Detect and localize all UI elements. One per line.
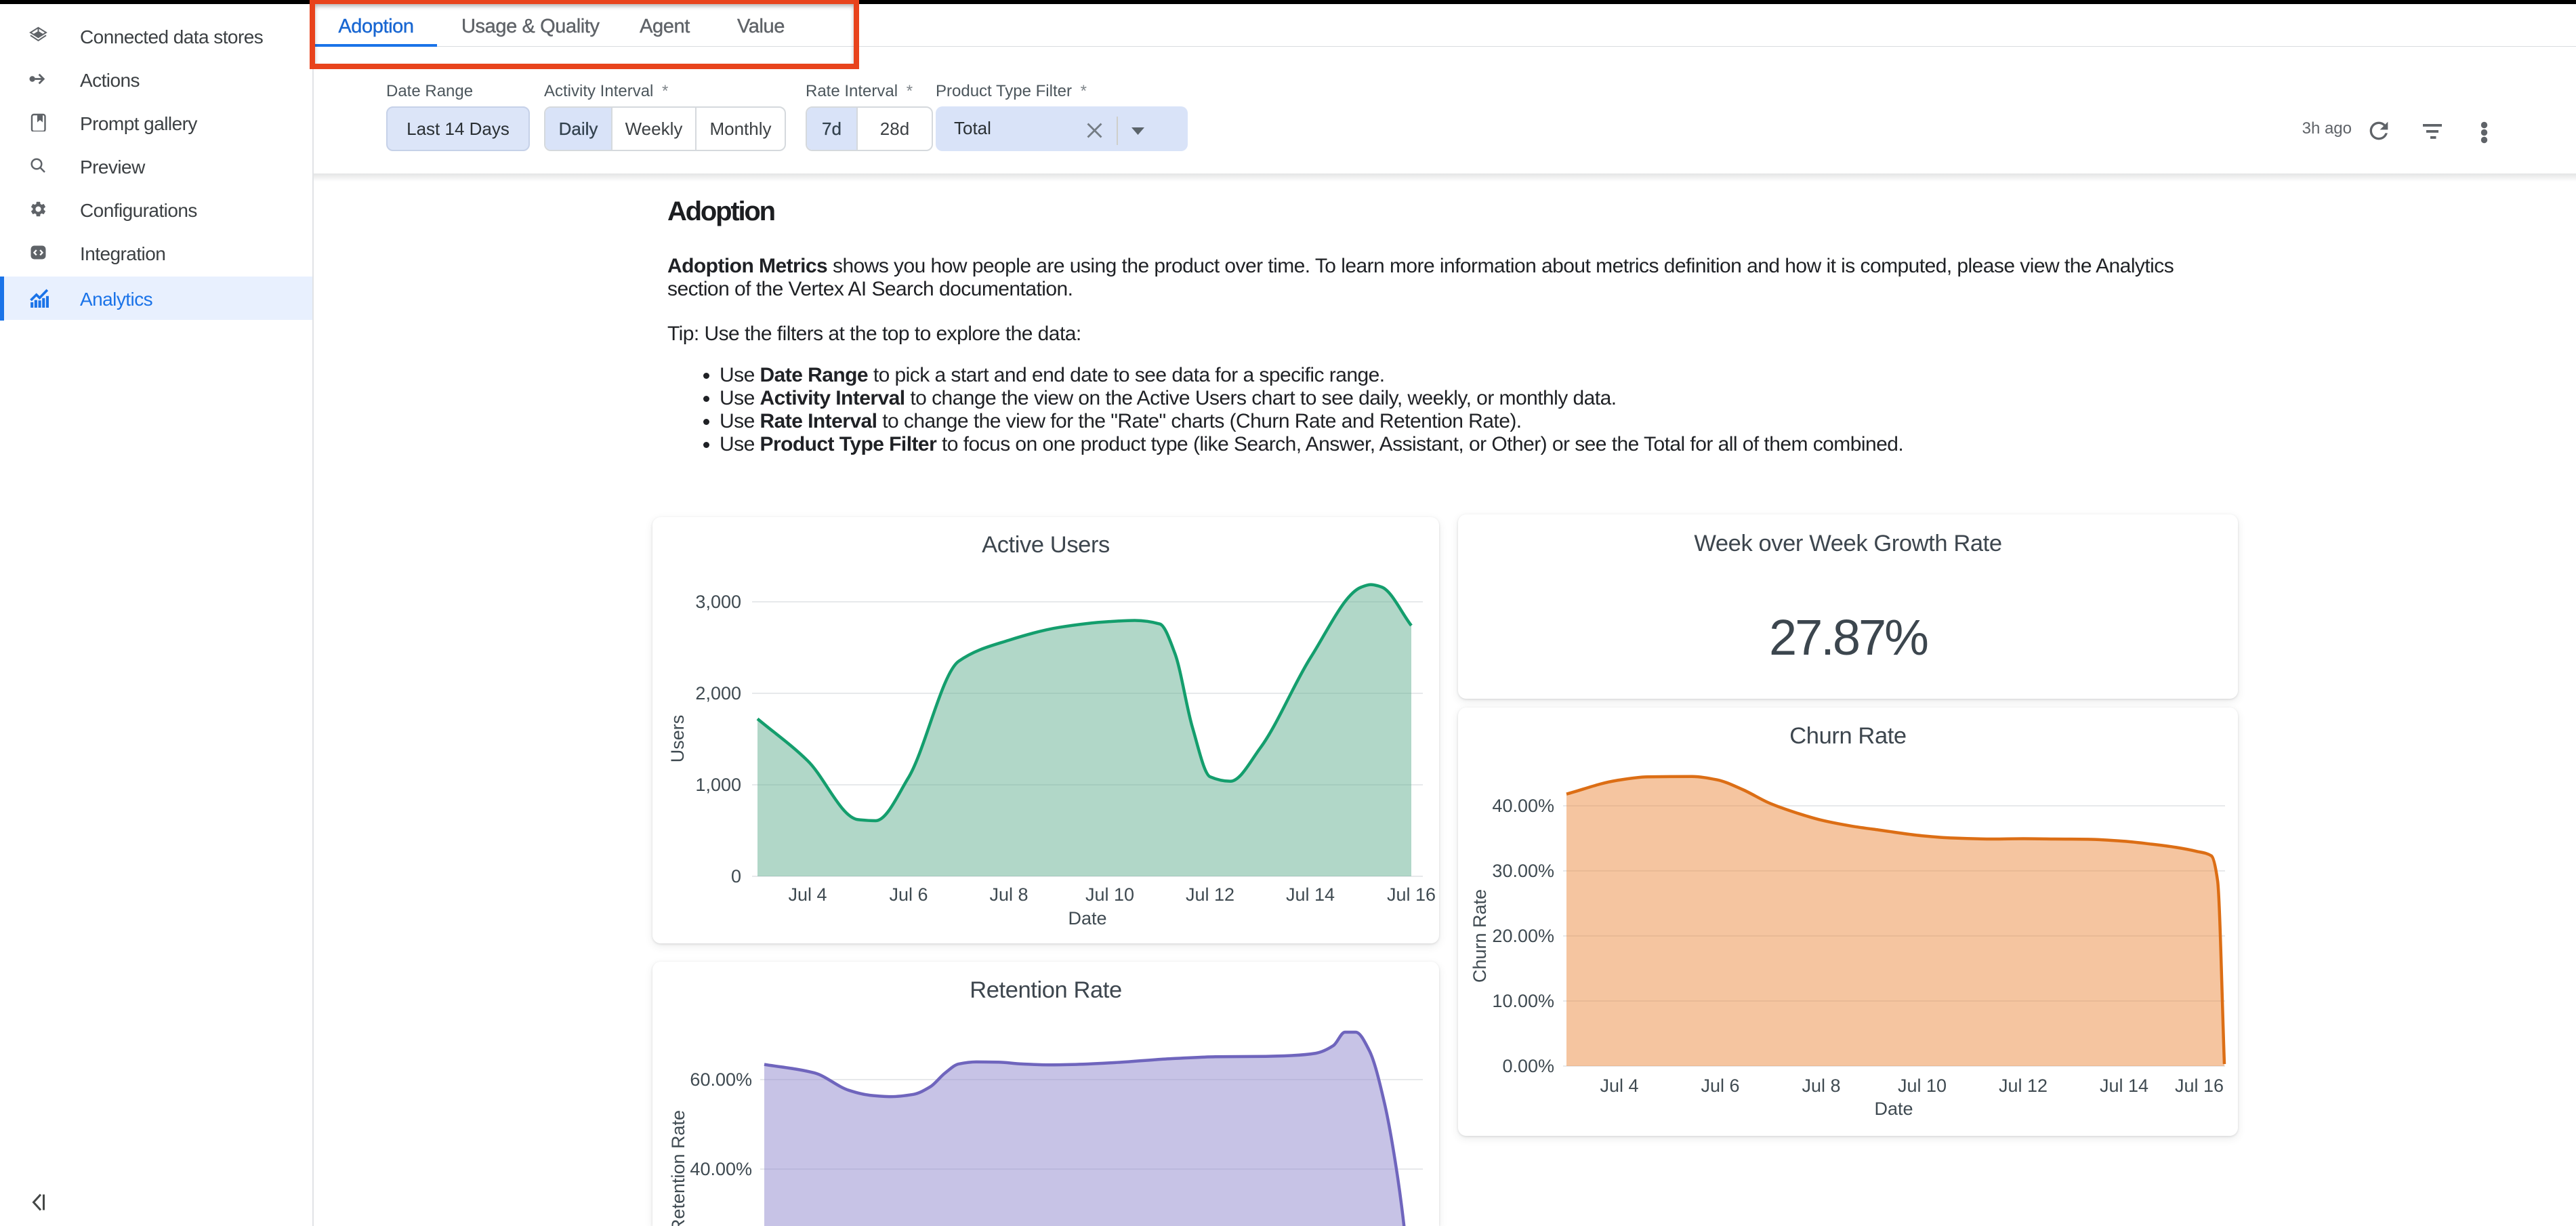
svg-text:Jul 14: Jul 14: [1286, 884, 1335, 905]
svg-text:20.00%: 20.00%: [1492, 926, 1554, 946]
svg-text:Jul 16: Jul 16: [1387, 884, 1436, 905]
svg-text:Churn Rate: Churn Rate: [1470, 889, 1490, 983]
svg-text:Date: Date: [1874, 1099, 1913, 1119]
svg-text:Jul 8: Jul 8: [1802, 1076, 1840, 1096]
svg-text:Jul 4: Jul 4: [788, 884, 827, 905]
svg-text:Jul 12: Jul 12: [1999, 1076, 2048, 1096]
svg-text:Jul 12: Jul 12: [1186, 884, 1234, 905]
svg-text:Jul 14: Jul 14: [2100, 1076, 2148, 1096]
svg-text:40.00%: 40.00%: [690, 1159, 752, 1179]
svg-text:1,000: 1,000: [695, 775, 741, 795]
svg-text:Jul 6: Jul 6: [1701, 1076, 1739, 1096]
svg-text:3,000: 3,000: [695, 592, 741, 612]
svg-text:10.00%: 10.00%: [1492, 991, 1554, 1011]
svg-text:Users: Users: [667, 715, 688, 763]
svg-text:Date: Date: [1068, 908, 1106, 928]
svg-text:Jul 8: Jul 8: [989, 884, 1028, 905]
svg-text:30.00%: 30.00%: [1492, 861, 1554, 881]
svg-text:0: 0: [731, 866, 741, 886]
svg-text:Jul 4: Jul 4: [1600, 1076, 1638, 1096]
svg-text:Jul 16: Jul 16: [2175, 1076, 2224, 1096]
svg-text:Jul 10: Jul 10: [1085, 884, 1134, 905]
svg-text:Retention Rate: Retention Rate: [668, 1110, 688, 1226]
svg-text:Jul 6: Jul 6: [889, 884, 928, 905]
svg-text:2,000: 2,000: [695, 683, 741, 703]
svg-text:0.00%: 0.00%: [1502, 1056, 1554, 1076]
svg-text:40.00%: 40.00%: [1492, 796, 1554, 816]
svg-text:60.00%: 60.00%: [690, 1069, 752, 1090]
svg-text:Jul 10: Jul 10: [1898, 1076, 1947, 1096]
